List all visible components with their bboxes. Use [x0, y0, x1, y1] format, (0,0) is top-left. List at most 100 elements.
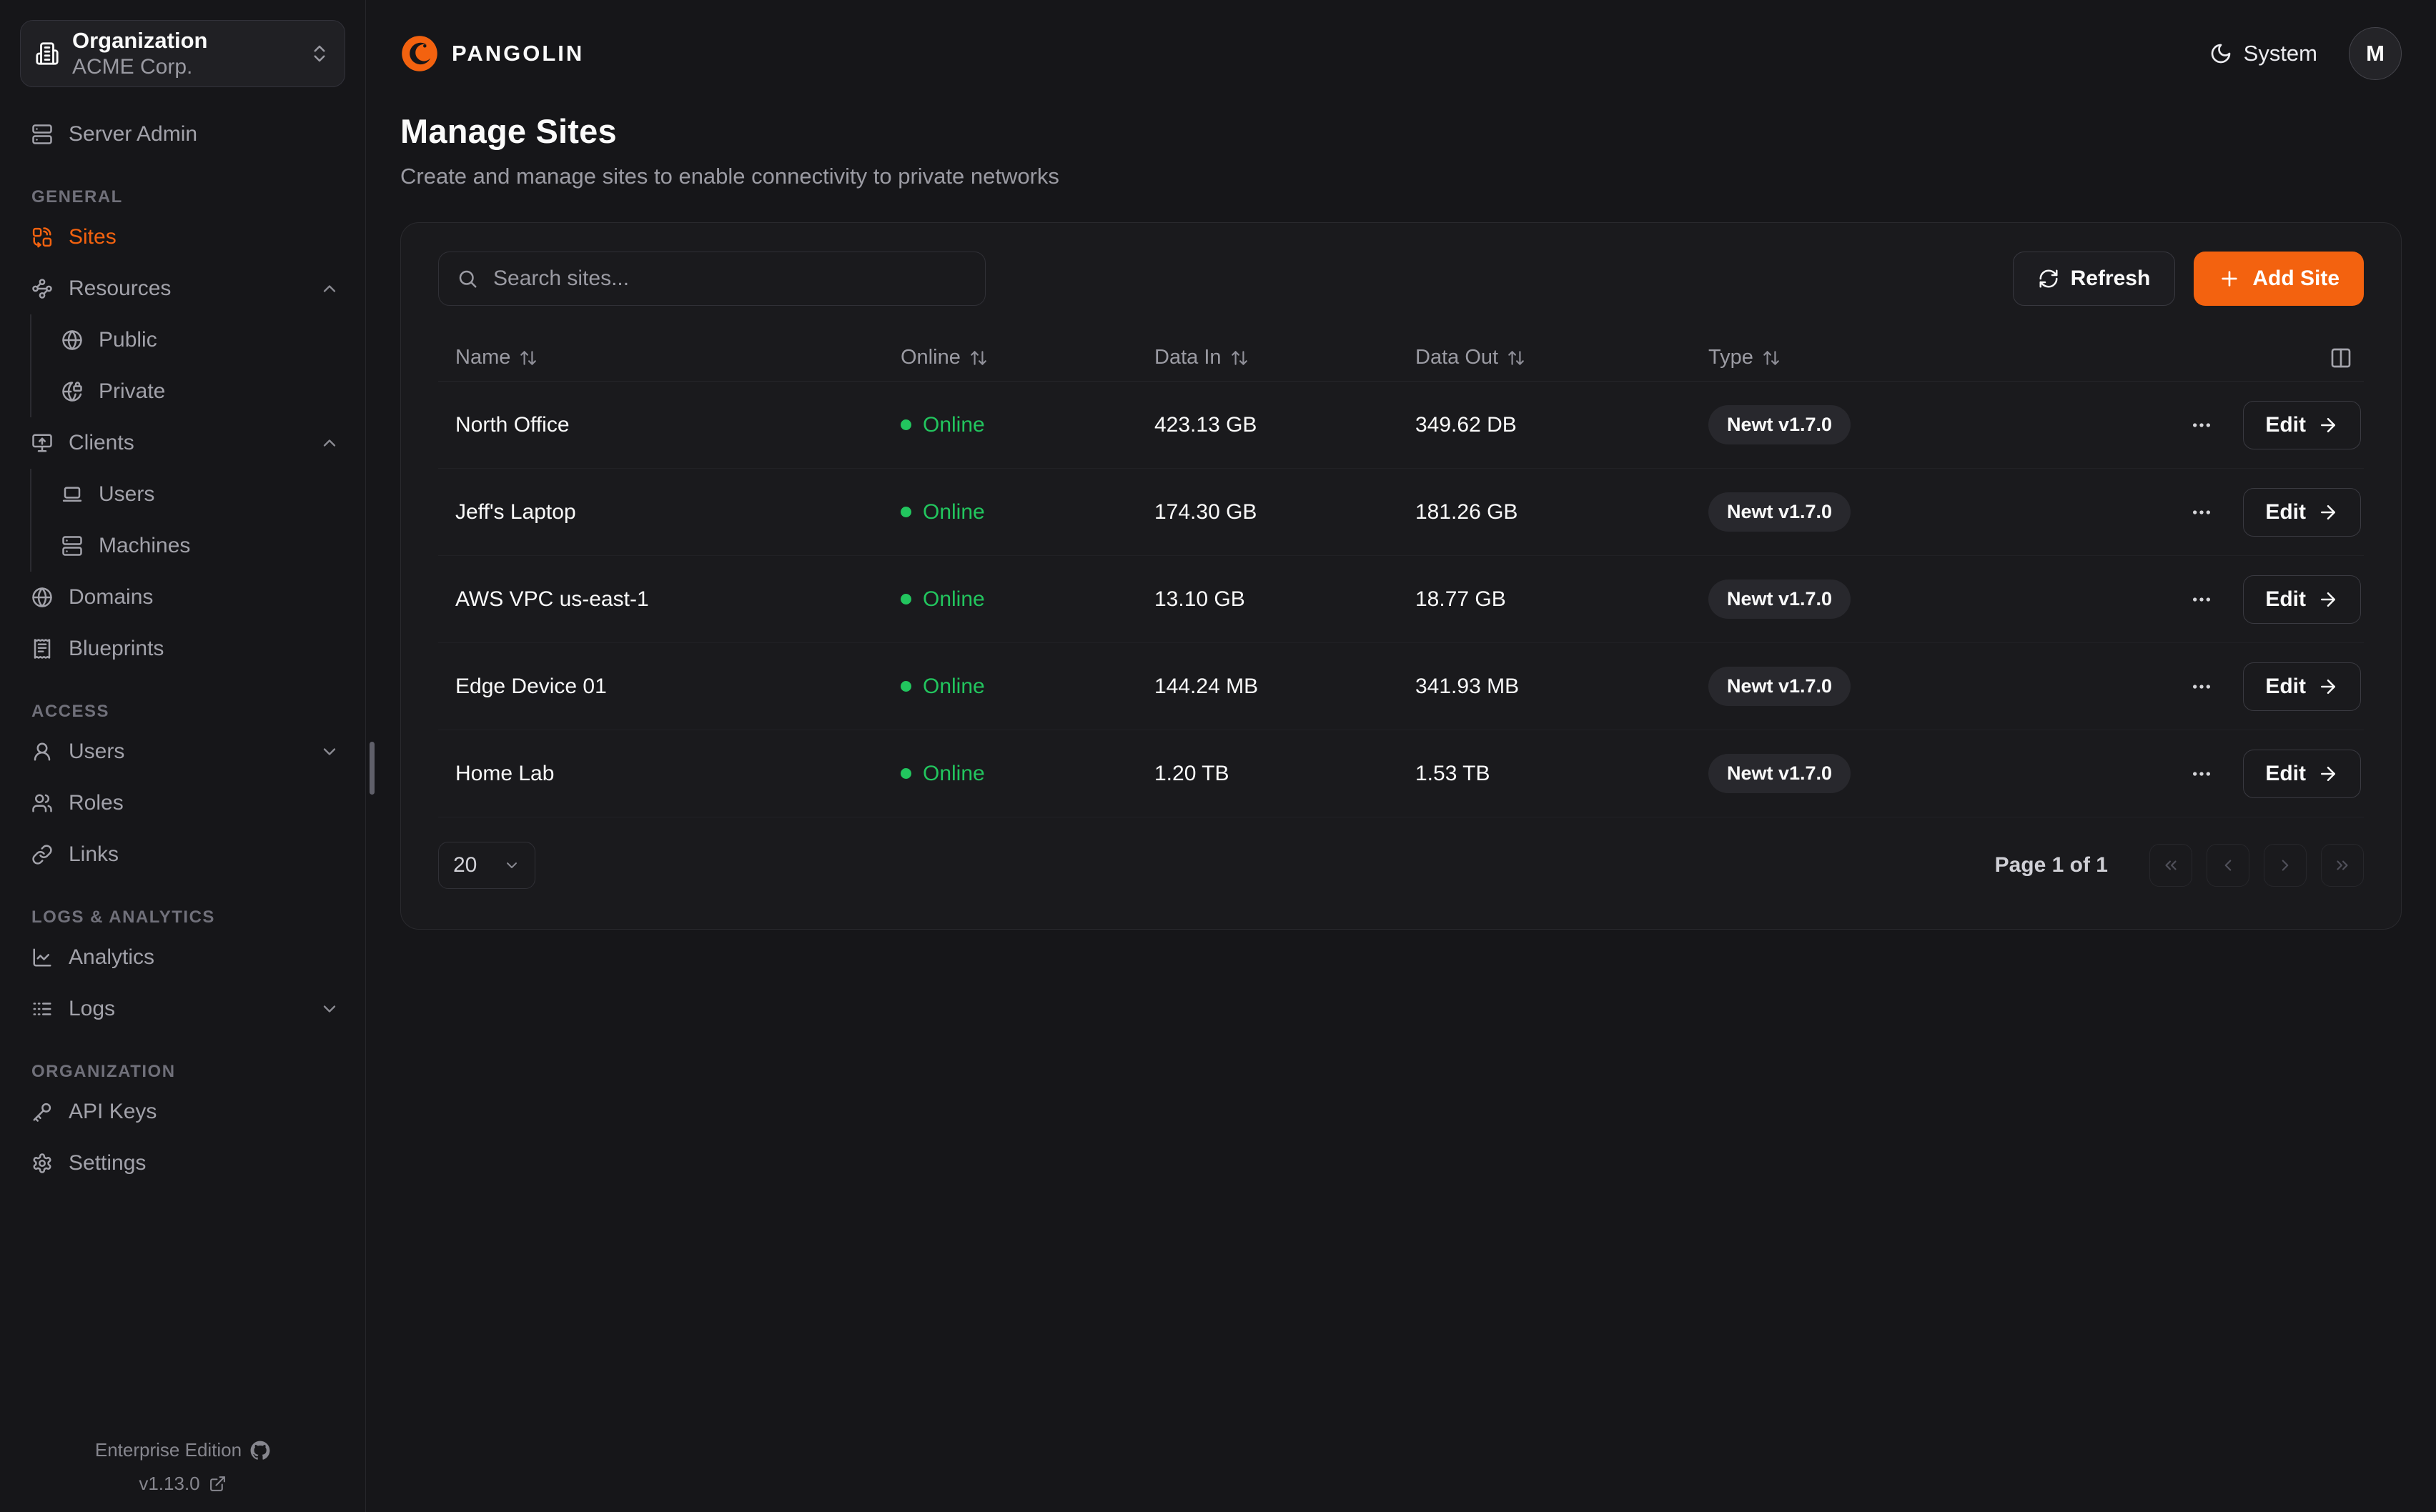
- sidebar-item-settings[interactable]: Settings: [20, 1138, 345, 1189]
- site-name: North Office: [438, 413, 883, 437]
- main-content: PANGOLIN System M Manage Sites Create an…: [366, 0, 2436, 1512]
- sort-icon: [519, 349, 538, 367]
- sidebar-item-public[interactable]: Public: [31, 314, 345, 366]
- search-input[interactable]: [438, 252, 986, 306]
- resources-subgroup: Public Private: [30, 314, 345, 417]
- sidebar-item-links[interactable]: Links: [20, 829, 345, 880]
- edit-button[interactable]: Edit: [2243, 401, 2361, 449]
- page-head: Manage Sites Create and manage sites to …: [366, 107, 2436, 189]
- topbar: PANGOLIN System M: [366, 0, 2436, 107]
- sidebar-item-label: Machines: [99, 534, 190, 558]
- edit-button[interactable]: Edit: [2243, 575, 2361, 624]
- brand[interactable]: PANGOLIN: [400, 34, 584, 73]
- column-header-online[interactable]: Online: [883, 346, 1137, 369]
- chevron-up-icon[interactable]: [320, 433, 340, 453]
- column-header-data-out[interactable]: Data Out: [1398, 346, 1691, 369]
- github-icon[interactable]: [250, 1441, 270, 1461]
- row-menu-button[interactable]: [2187, 672, 2216, 701]
- sidebar-item-resources[interactable]: Resources: [20, 263, 345, 314]
- sidebar-item-logs[interactable]: Logs: [20, 983, 345, 1035]
- last-page-button[interactable]: [2321, 844, 2364, 887]
- sidebar-resize-handle[interactable]: [370, 742, 375, 795]
- pangolin-logo-icon: [400, 34, 439, 73]
- sidebar-item-server-admin[interactable]: Server Admin: [20, 109, 345, 160]
- status-badge: Online: [883, 762, 1137, 786]
- next-page-button[interactable]: [2264, 844, 2307, 887]
- chevron-right-icon: [2276, 856, 2294, 875]
- server-icon: [61, 535, 83, 557]
- sort-icon: [1762, 349, 1781, 367]
- status-badge: Online: [883, 587, 1137, 612]
- ellipsis-icon: [2190, 675, 2213, 698]
- table-row: Home Lab Online 1.20 TB 1.53 TB Newt v1.…: [438, 730, 2364, 817]
- chevrons-right-icon: [2333, 856, 2352, 875]
- page-size-select[interactable]: 20: [438, 842, 535, 889]
- data-in-value: 1.20 TB: [1137, 762, 1398, 786]
- table-row: AWS VPC us-east-1 Online 13.10 GB 18.77 …: [438, 556, 2364, 643]
- receipt-icon: [31, 638, 53, 660]
- sidebar-item-api-keys[interactable]: API Keys: [20, 1086, 345, 1138]
- external-link-icon[interactable]: [209, 1475, 227, 1493]
- chevron-down-icon[interactable]: [320, 742, 340, 762]
- combine-icon: [31, 227, 53, 248]
- add-site-button[interactable]: Add Site: [2194, 252, 2364, 306]
- edition-line[interactable]: Enterprise Edition: [20, 1439, 345, 1461]
- theme-toggle[interactable]: System: [2209, 41, 2317, 66]
- table-row: Jeff's Laptop Online 174.30 GB 181.26 GB…: [438, 469, 2364, 556]
- chevron-down-icon: [503, 857, 520, 874]
- column-header-data-in[interactable]: Data In: [1137, 346, 1398, 369]
- version-line[interactable]: v1.13.0: [20, 1473, 345, 1495]
- type-badge: Newt v1.7.0: [1708, 405, 1851, 444]
- ellipsis-icon: [2190, 501, 2213, 524]
- org-selector[interactable]: Organization ACME Corp.: [20, 20, 345, 87]
- online-dot-icon: [901, 419, 911, 430]
- row-menu-button[interactable]: [2187, 498, 2216, 527]
- app-root: Organization ACME Corp. Server Admin GEN…: [0, 0, 2436, 1512]
- column-header-name[interactable]: Name: [438, 346, 883, 369]
- sort-icon: [1507, 349, 1525, 367]
- server-icon: [31, 124, 53, 145]
- sidebar-item-users[interactable]: Users: [20, 726, 345, 777]
- sidebar-item-label: Links: [69, 842, 119, 867]
- sidebar-item-blueprints[interactable]: Blueprints: [20, 623, 345, 675]
- data-in-value: 13.10 GB: [1137, 587, 1398, 612]
- table-row: Edge Device 01 Online 144.24 MB 341.93 M…: [438, 643, 2364, 730]
- row-menu-button[interactable]: [2187, 411, 2216, 439]
- ellipsis-icon: [2190, 588, 2213, 611]
- sidebar-item-roles[interactable]: Roles: [20, 777, 345, 829]
- sidebar-item-private[interactable]: Private: [31, 366, 345, 417]
- sidebar-item-label: Users: [69, 740, 124, 764]
- column-visibility-button[interactable]: [2325, 342, 2357, 374]
- refresh-button[interactable]: Refresh: [2013, 252, 2176, 306]
- column-header-type[interactable]: Type: [1691, 346, 2121, 369]
- edit-button[interactable]: Edit: [2243, 662, 2361, 711]
- section-label-access: ACCESS: [20, 697, 345, 726]
- site-name: Edge Device 01: [438, 675, 883, 699]
- edit-button[interactable]: Edit: [2243, 750, 2361, 798]
- row-menu-button[interactable]: [2187, 585, 2216, 614]
- monitor-up-icon: [31, 432, 53, 454]
- row-menu-button[interactable]: [2187, 760, 2216, 788]
- sidebar-item-label: Settings: [69, 1151, 146, 1175]
- sidebar-item-client-users[interactable]: Users: [31, 469, 345, 520]
- chevron-left-icon: [2219, 856, 2237, 875]
- sidebar-item-label: Users: [99, 482, 154, 507]
- type-badge: Newt v1.7.0: [1708, 754, 1851, 793]
- table-toolbar: Refresh Add Site: [438, 252, 2364, 306]
- avatar[interactable]: M: [2349, 27, 2402, 80]
- sidebar-item-label: Clients: [69, 431, 134, 455]
- chevron-up-icon[interactable]: [320, 279, 340, 299]
- chevron-down-icon[interactable]: [320, 999, 340, 1019]
- first-page-button[interactable]: [2149, 844, 2192, 887]
- sidebar-item-domains[interactable]: Domains: [20, 572, 345, 623]
- edit-button[interactable]: Edit: [2243, 488, 2361, 537]
- sidebar-item-machines[interactable]: Machines: [31, 520, 345, 572]
- search-field: [438, 252, 986, 306]
- theme-label: System: [2244, 41, 2317, 66]
- sidebar-item-analytics[interactable]: Analytics: [20, 932, 345, 983]
- prev-page-button[interactable]: [2207, 844, 2249, 887]
- moon-icon: [2209, 42, 2232, 65]
- sidebar-item-clients[interactable]: Clients: [20, 417, 345, 469]
- ellipsis-icon: [2190, 762, 2213, 785]
- sidebar-item-sites[interactable]: Sites: [20, 212, 345, 263]
